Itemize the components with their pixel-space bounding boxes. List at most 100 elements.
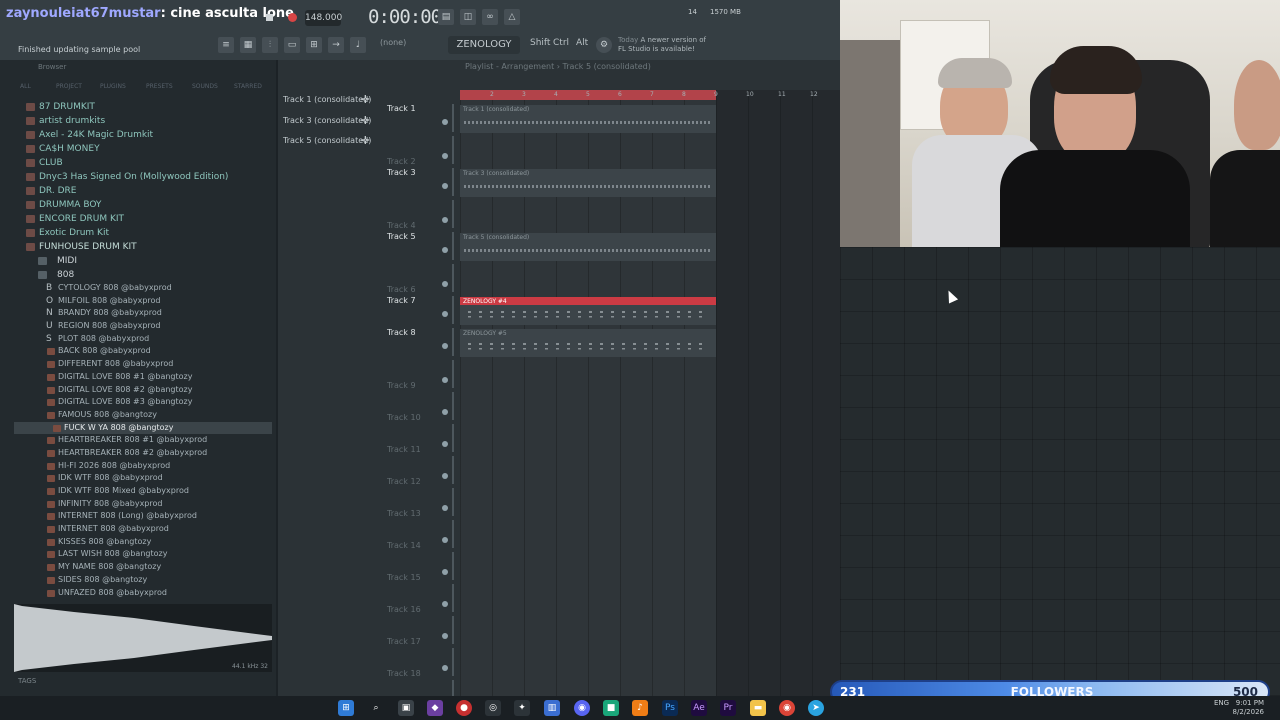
track-mute-toggle[interactable] bbox=[442, 183, 448, 189]
task-view-icon[interactable]: ▣ bbox=[398, 700, 414, 716]
track-header[interactable]: Track 18 bbox=[384, 645, 460, 678]
browser-file[interactable]: N BRANDY 808 @babyxprod bbox=[14, 307, 272, 320]
browser-folder[interactable]: CLUB bbox=[14, 156, 272, 170]
time-display[interactable]: 0:00:00 bbox=[368, 6, 442, 28]
browser-file[interactable]: DIGITAL LOVE 808 #1 @bangtozy bbox=[14, 371, 272, 384]
track-mute-toggle[interactable] bbox=[442, 537, 448, 543]
track-header[interactable]: Track 5 bbox=[384, 229, 460, 261]
browser-folder[interactable]: Exotic Drum Kit bbox=[14, 226, 272, 240]
chrome-icon[interactable]: ◉ bbox=[779, 700, 795, 716]
news-panel[interactable]: Today A newer version of FL Studio is av… bbox=[618, 36, 713, 54]
timeline-ruler[interactable]: 2 3 4 5 6 7 8 9 10 11 12 bbox=[460, 90, 840, 102]
track-mute-toggle[interactable] bbox=[442, 217, 448, 223]
browser-file[interactable]: U REGION 808 @babyxprod bbox=[14, 320, 272, 333]
browser-file[interactable]: SIDES 808 @bangtozy bbox=[14, 574, 272, 587]
browser-file[interactable]: HEARTBREAKER 808 #1 @babyxprod bbox=[14, 434, 272, 447]
picker-pattern-item[interactable]: Track 5 (consolidated) ✛ bbox=[278, 131, 376, 152]
track-mute-toggle[interactable] bbox=[442, 441, 448, 447]
track-handle[interactable] bbox=[452, 456, 454, 484]
browser-file[interactable]: HEARTBREAKER 808 #2 @babyxprod bbox=[14, 447, 272, 460]
browser-file[interactable]: INTERNET 808 @babyxprod bbox=[14, 523, 272, 536]
track-handle[interactable] bbox=[452, 168, 454, 196]
clip-zenology-4[interactable]: ZENOLOGY #4 bbox=[460, 297, 716, 325]
browser-file[interactable]: IDK WTF 808 Mixed @babyxprod bbox=[14, 485, 272, 498]
clip-track5[interactable]: Track 5 (consolidated) bbox=[460, 233, 716, 261]
track-handle[interactable] bbox=[452, 264, 454, 292]
browser-file[interactable]: FUCK W YA 808 @bangtozy bbox=[14, 421, 272, 435]
track-handle[interactable] bbox=[452, 424, 454, 452]
alt-button[interactable]: Alt bbox=[576, 38, 588, 48]
clip-zenology-5[interactable]: ZENOLOGY #5 bbox=[460, 329, 716, 357]
view-playlist-icon[interactable]: ≡ bbox=[218, 37, 234, 53]
track-handle[interactable] bbox=[452, 360, 454, 388]
plugin-selector[interactable]: ZENOLOGY bbox=[448, 36, 520, 54]
add-icon[interactable]: ✛ bbox=[361, 90, 370, 111]
track-mute-toggle[interactable] bbox=[442, 119, 448, 125]
browser-file[interactable]: IDK WTF 808 @babyxprod bbox=[14, 472, 272, 485]
track-header[interactable]: Track 7 bbox=[384, 293, 460, 325]
app-icon[interactable]: ✦ bbox=[514, 700, 530, 716]
track-header[interactable]: Track 2 bbox=[384, 133, 460, 166]
picker-pattern-item[interactable]: Track 3 (consolidated) ✛ bbox=[278, 111, 376, 132]
track-header[interactable]: Track 15 bbox=[384, 549, 460, 582]
ctrl-button[interactable]: Ctrl bbox=[553, 38, 569, 48]
track-mute-toggle[interactable] bbox=[442, 343, 448, 349]
track-mute-toggle[interactable] bbox=[442, 473, 448, 479]
browser-file[interactable]: HI-FI 2026 808 @babyxprod bbox=[14, 460, 272, 473]
browser-file[interactable]: MY NAME 808 @bangtozy bbox=[14, 561, 272, 574]
premiere-icon[interactable]: Pr bbox=[720, 700, 736, 716]
after-effects-icon[interactable]: Ae bbox=[691, 700, 707, 716]
track-handle[interactable] bbox=[452, 552, 454, 580]
track-header[interactable]: Track 11 bbox=[384, 421, 460, 454]
browser-folder[interactable]: Dnyc3 Has Signed On (Mollywood Edition) bbox=[14, 170, 272, 184]
browser-file[interactable]: LAST WISH 808 @bangtozy bbox=[14, 548, 272, 561]
browser-file[interactable]: FAMOUS 808 @bangtozy bbox=[14, 409, 272, 422]
add-icon[interactable]: ✛ bbox=[361, 131, 370, 152]
track-handle[interactable] bbox=[452, 648, 454, 676]
track-header[interactable]: Track 10 bbox=[384, 389, 460, 422]
track-handle[interactable] bbox=[452, 488, 454, 516]
playlist-grid-extension[interactable] bbox=[840, 247, 1280, 696]
tempo-display[interactable]: 148.000 bbox=[305, 10, 342, 26]
track-handle[interactable] bbox=[452, 104, 454, 132]
app-icon[interactable]: ◆ bbox=[427, 700, 443, 716]
pattern-selector[interactable]: (none) bbox=[380, 38, 406, 47]
tags-label[interactable]: TAGS bbox=[18, 677, 36, 685]
settings-icon[interactable]: ⚙ bbox=[596, 37, 612, 53]
browser-tab-all[interactable]: ALL bbox=[20, 83, 31, 90]
track-handle[interactable] bbox=[452, 328, 454, 356]
browser-subfolder[interactable]: MIDI bbox=[14, 254, 272, 268]
file-explorer-icon[interactable]: ▬ bbox=[750, 700, 766, 716]
app-icon[interactable]: ■ bbox=[603, 700, 619, 716]
track-header[interactable]: Track 3 bbox=[384, 165, 460, 197]
browser-file[interactable]: B CYTOLOGY 808 @babyxprod bbox=[14, 282, 272, 295]
track-header[interactable]: Track 6 bbox=[384, 261, 460, 294]
track-handle[interactable] bbox=[452, 136, 454, 164]
track-mute-toggle[interactable] bbox=[442, 633, 448, 639]
track-mute-toggle[interactable] bbox=[442, 153, 448, 159]
track-header[interactable]: Track 4 bbox=[384, 197, 460, 230]
browser-folder[interactable]: 87 DRUMKIT bbox=[14, 100, 272, 114]
browser-file[interactable]: KISSES 808 @bangtozy bbox=[14, 536, 272, 549]
track-mute-toggle[interactable] bbox=[442, 281, 448, 287]
browser-folder[interactable]: ENCORE DRUM KIT bbox=[14, 212, 272, 226]
track-mute-toggle[interactable] bbox=[442, 505, 448, 511]
telegram-icon[interactable]: ➤ bbox=[808, 700, 824, 716]
browser-tab-project[interactable]: PROJECT bbox=[56, 83, 82, 90]
track-header[interactable]: Track 13 bbox=[384, 485, 460, 518]
add-icon[interactable]: ✛ bbox=[361, 111, 370, 132]
track-handle[interactable] bbox=[452, 200, 454, 228]
track-mute-toggle[interactable] bbox=[442, 247, 448, 253]
browser-folder[interactable]: DR. DRE bbox=[14, 184, 272, 198]
song-mode-icon[interactable]: ▤ bbox=[438, 9, 454, 25]
photoshop-icon[interactable]: Ps bbox=[662, 700, 678, 716]
browser-tab-plugins[interactable]: PLUGINS bbox=[100, 83, 126, 90]
loop-record-icon[interactable]: ∞ bbox=[482, 9, 498, 25]
track-header[interactable]: Track 12 bbox=[384, 453, 460, 486]
browser-tab-sounds[interactable]: SOUNDS bbox=[192, 83, 218, 90]
browser-folder[interactable]: CA$H MONEY bbox=[14, 142, 272, 156]
discord-icon[interactable]: ◉ bbox=[574, 700, 590, 716]
search-icon[interactable]: ⌕ bbox=[368, 700, 384, 716]
browser-tab-starred[interactable]: STARRED bbox=[234, 83, 262, 90]
record-button[interactable] bbox=[288, 13, 297, 22]
